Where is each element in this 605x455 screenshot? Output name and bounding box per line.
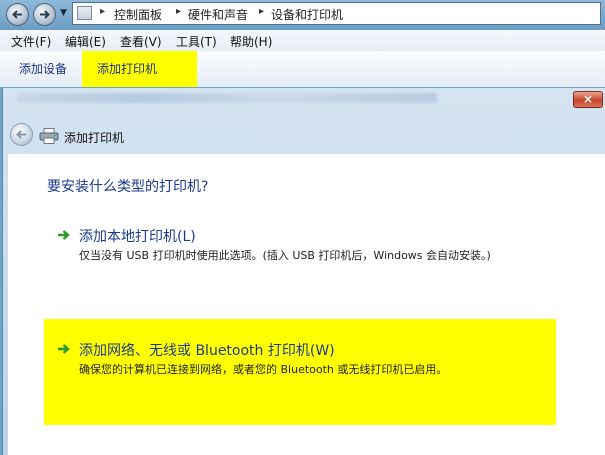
- wizard-question-heading: 要安装什么类型的打印机?: [47, 179, 209, 195]
- add-printer-button[interactable]: 添加打印机: [97, 60, 157, 77]
- add-network-printer-option[interactable]: 添加网络、无线或 Bluetooth 打印机(W): [79, 340, 335, 360]
- add-network-printer-description: 确保您的计算机已连接到网络，或者您的 Bluetooth 或无线打印机已启用。: [79, 363, 448, 376]
- recent-pages-dropdown[interactable]: ▼: [60, 8, 67, 18]
- breadcrumb-control-panel[interactable]: 控制面板: [114, 6, 162, 23]
- menu-tools[interactable]: 工具(T): [176, 33, 217, 50]
- menu-file[interactable]: 文件(F): [11, 33, 51, 50]
- forward-button[interactable]: [33, 3, 56, 26]
- breadcrumb-hardware-sound[interactable]: 硬件和声音: [188, 6, 248, 23]
- back-button[interactable]: [6, 3, 29, 26]
- breadcrumb-separator-icon[interactable]: ▸: [176, 6, 181, 17]
- wizard-title: 添加打印机: [64, 131, 125, 145]
- green-arrow-icon: [58, 344, 70, 354]
- printer-icon: [39, 128, 59, 144]
- breadcrumb-separator-icon[interactable]: ▸: [100, 6, 105, 17]
- green-arrow-icon: [58, 230, 70, 240]
- blurred-window-title: [17, 93, 437, 103]
- close-icon: ×: [583, 92, 594, 106]
- back-arrow-icon: [16, 130, 26, 139]
- address-input[interactable]: ▸ 控制面板 ▸ 硬件和声音 ▸ 设备和打印机: [72, 2, 601, 25]
- menu-help[interactable]: 帮助(H): [230, 33, 272, 50]
- wizard-back-button[interactable]: [10, 123, 33, 146]
- back-arrow-icon: [12, 10, 22, 19]
- wizard-nav-row: 添加打印机: [8, 121, 605, 151]
- breadcrumb-devices-printers[interactable]: 设备和打印机: [271, 6, 343, 23]
- address-bar-area: ▼ ▸ 控制面板 ▸ 硬件和声音 ▸ 设备和打印机: [0, 0, 605, 30]
- add-local-printer-option[interactable]: 添加本地打印机(L): [79, 226, 196, 246]
- forward-arrow-icon: [40, 10, 50, 19]
- menu-edit[interactable]: 编辑(E): [65, 33, 106, 50]
- menu-view[interactable]: 查看(V): [120, 33, 162, 50]
- add-device-button[interactable]: 添加设备: [19, 60, 67, 77]
- menu-bar: 文件(F) 编辑(E) 查看(V) 工具(T) 帮助(H): [0, 30, 605, 52]
- control-panel-icon: [77, 6, 92, 20]
- breadcrumb-separator-icon[interactable]: ▸: [259, 6, 264, 17]
- close-button[interactable]: ×: [573, 91, 603, 108]
- add-local-printer-description: 仅当没有 USB 打印机时使用此选项。(插入 USB 打印机后，Windows …: [79, 249, 491, 262]
